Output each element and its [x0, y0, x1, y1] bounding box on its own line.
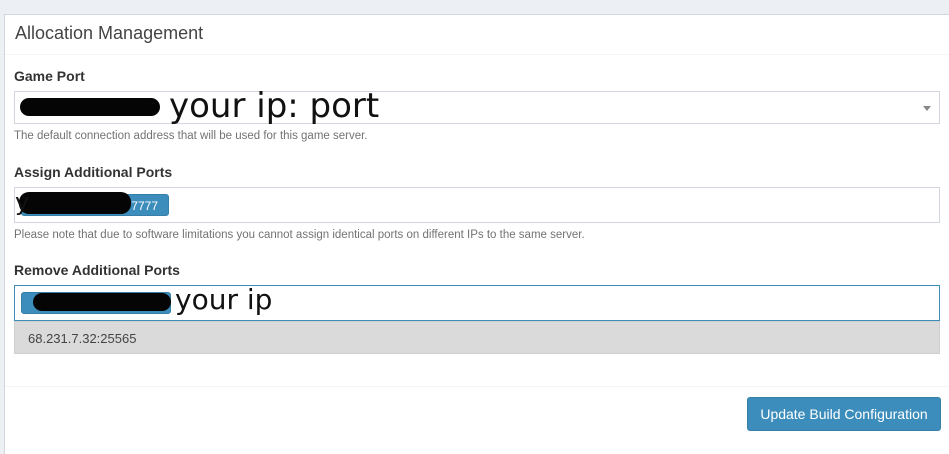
footer-divider	[5, 386, 949, 387]
update-build-configuration-button[interactable]: Update Build Configuration	[747, 397, 941, 431]
game-port-select[interactable]: your ip: port	[14, 86, 940, 126]
game-port-help: The default connection address that will…	[14, 130, 368, 142]
redacted-ip	[33, 293, 171, 311]
remove-ports-input[interactable]: your ip	[14, 283, 940, 321]
redacted-ip	[20, 98, 160, 116]
panel-title: Allocation Management	[15, 23, 204, 43]
chevron-down-icon[interactable]	[923, 106, 931, 111]
panel-header-divider	[5, 54, 949, 55]
handwritten-y: y	[15, 188, 30, 216]
assign-ports-input[interactable]: 7777 y	[14, 187, 940, 223]
port-dropdown-option[interactable]: 68.231.7.32:25565	[14, 321, 940, 354]
redacted-ip	[19, 192, 131, 214]
game-port-annotation: your ip: port	[169, 86, 380, 126]
allocation-management-panel: Allocation Management Game Port your ip:…	[4, 14, 949, 454]
remove-ports-label: Remove Additional Ports	[14, 262, 180, 278]
game-port-label: Game Port	[14, 68, 85, 84]
remove-ports-annotation: your ip	[175, 283, 273, 316]
assigned-port-tag-text: 7777	[131, 199, 158, 213]
assign-ports-help: Please note that due to software limitat…	[14, 229, 585, 241]
assign-ports-label: Assign Additional Ports	[14, 164, 173, 180]
